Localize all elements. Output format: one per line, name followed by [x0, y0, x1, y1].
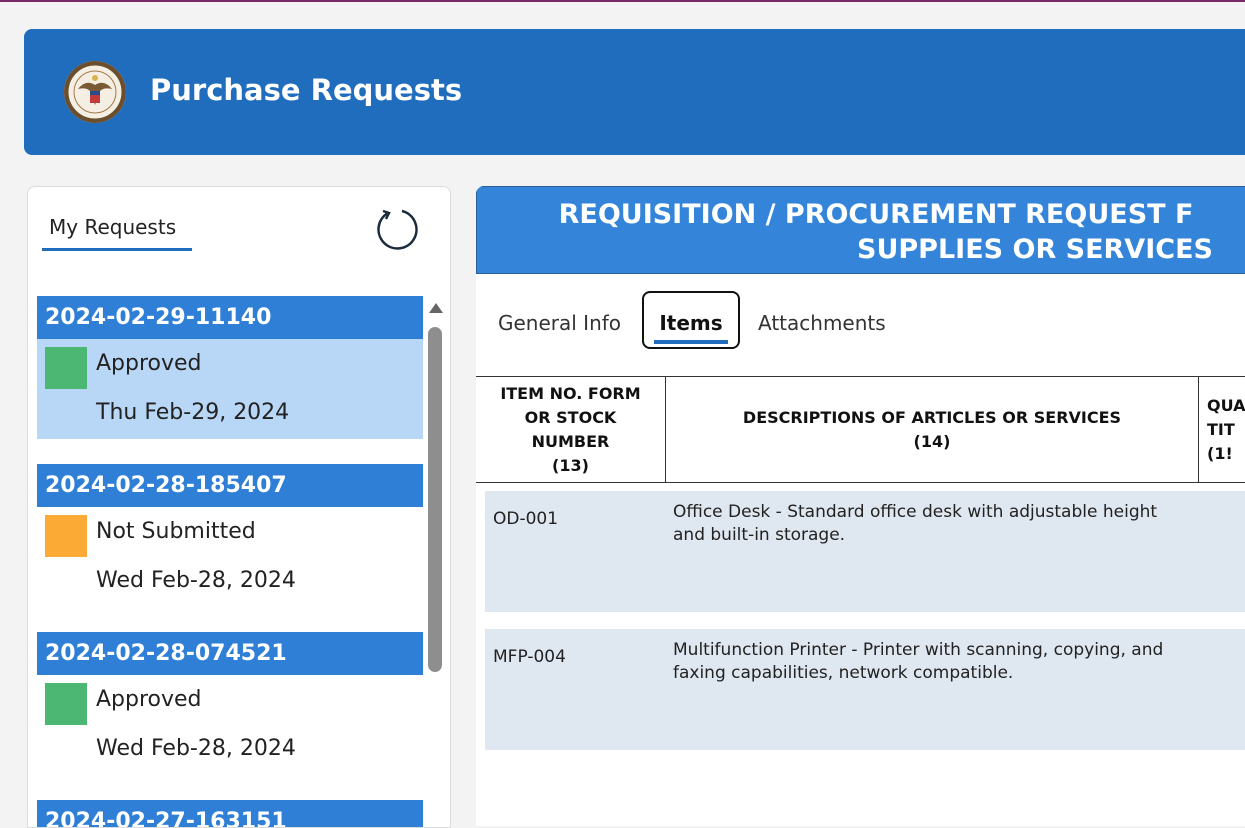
list-item[interactable]: 2024-02-29-11140 Approved Thu Feb-29, 20… [37, 296, 423, 439]
status-badge [45, 515, 87, 557]
requisition-form: REQUISITION / PROCUREMENT REQUEST F SUPP… [476, 186, 1245, 826]
requests-list: 2024-02-29-11140 Approved Thu Feb-29, 20… [37, 296, 423, 827]
form-title-line1: REQUISITION / PROCUREMENT REQUEST F [558, 199, 1194, 230]
items-table-header: ITEM NO. FORM OR STOCK NUMBER (13) DESCR… [476, 376, 1245, 483]
request-date: Wed Feb-28, 2024 [96, 568, 296, 593]
item-number: OD-001 [493, 509, 559, 529]
column-header-item-no: ITEM NO. FORM OR STOCK NUMBER (13) [476, 377, 666, 482]
table-row[interactable]: MFP-004 Multifunction Printer - Printer … [485, 629, 1245, 750]
seal-logo-icon [64, 61, 126, 123]
list-item[interactable]: 2024-02-28-074521 Approved Wed Feb-28, 2… [37, 632, 423, 775]
app-header: Purchase Requests [24, 29, 1245, 155]
form-title: REQUISITION / PROCUREMENT REQUEST F SUPP… [476, 186, 1245, 274]
table-row[interactable]: OD-001 Office Desk - Standard office des… [485, 491, 1245, 612]
list-item[interactable]: 2024-02-27-163151 [37, 800, 423, 827]
status-text: Not Submitted [96, 519, 256, 544]
list-item[interactable]: 2024-02-28-185407 Not Submitted Wed Feb-… [37, 464, 423, 607]
request-date: Thu Feb-29, 2024 [96, 400, 290, 425]
column-header-description: DESCRIPTIONS OF ARTICLES OR SERVICES (14… [666, 377, 1199, 482]
status-text: Approved [96, 351, 202, 376]
status-text: Approved [96, 687, 202, 712]
tab-general-info[interactable]: General Info [498, 311, 621, 335]
item-description: Multifunction Printer - Printer with sca… [673, 640, 1164, 683]
request-id: 2024-02-29-11140 [37, 296, 423, 339]
status-badge [45, 683, 87, 725]
tab-active-indicator [654, 340, 728, 344]
item-description: Office Desk - Standard office desk with … [673, 502, 1158, 545]
request-id: 2024-02-28-074521 [37, 632, 423, 675]
request-id: 2024-02-28-185407 [37, 464, 423, 507]
requests-panel: My Requests 2024-02-29-11140 Approved Th… [27, 186, 451, 828]
scroll-up-icon[interactable] [429, 303, 443, 313]
scrollbar[interactable] [426, 297, 446, 827]
top-accent-line [0, 0, 1245, 2]
app-title: Purchase Requests [150, 73, 463, 107]
column-header-quantity: QUA TIT (1! [1207, 395, 1245, 463]
scroll-thumb[interactable] [428, 327, 442, 672]
tab-attachments[interactable]: Attachments [758, 311, 886, 335]
tab-active-indicator [42, 248, 192, 251]
refresh-icon[interactable] [374, 207, 418, 251]
form-title-line2: SUPPLIES OR SERVICES [857, 234, 1213, 265]
tab-my-requests[interactable]: My Requests [49, 215, 176, 239]
request-date: Wed Feb-28, 2024 [96, 736, 296, 761]
status-badge [45, 347, 87, 389]
item-number: MFP-004 [493, 647, 566, 667]
request-id: 2024-02-27-163151 [37, 800, 423, 827]
